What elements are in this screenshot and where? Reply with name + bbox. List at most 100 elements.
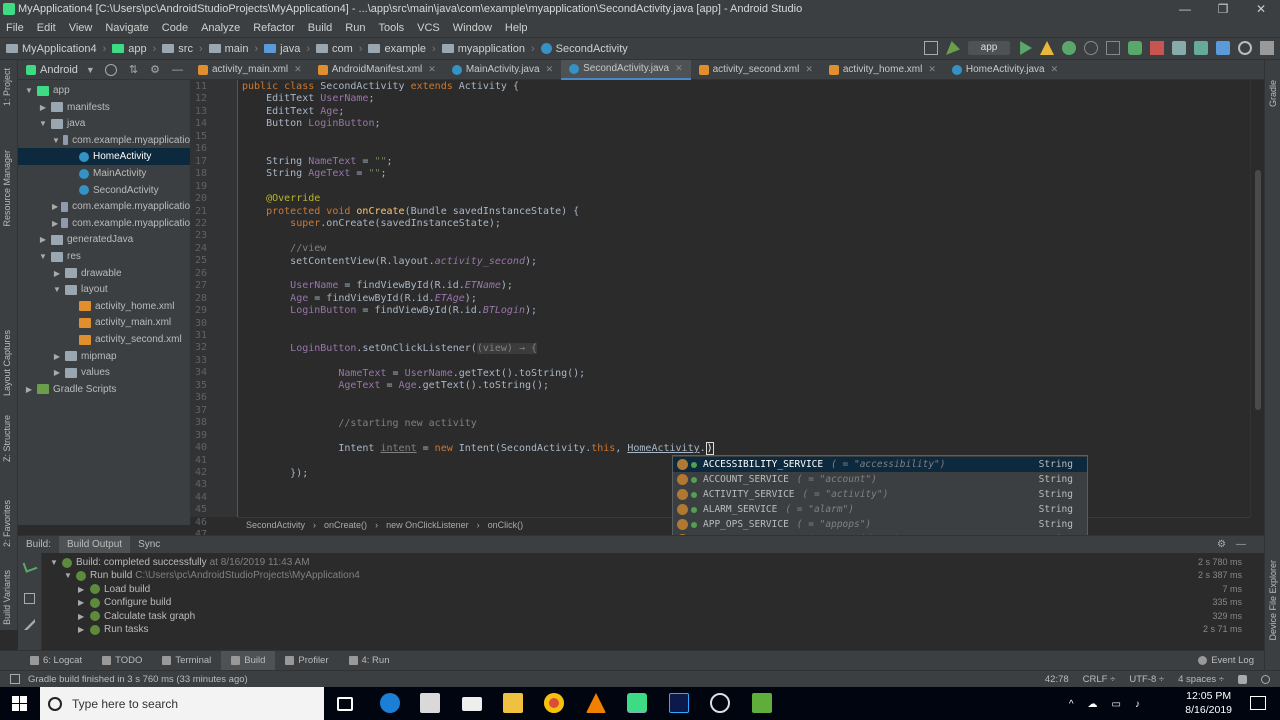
avd-manager-icon[interactable] <box>1194 41 1208 55</box>
editor-tab[interactable]: AndroidManifest.xml ✕ <box>310 60 444 80</box>
store-icon[interactable] <box>420 693 440 713</box>
sync-gradle-icon[interactable] <box>1172 41 1186 55</box>
search-icon[interactable] <box>1238 41 1252 55</box>
tool-logcat[interactable]: 6: Logcat <box>20 651 92 671</box>
expand-arrow-icon[interactable]: ▶ <box>38 231 48 248</box>
hide-icon[interactable]: — <box>1228 536 1254 554</box>
tool-run[interactable]: 4: Run <box>339 651 400 671</box>
autocomplete-item[interactable]: ALARM_SERVICE ( = "alarm") String <box>673 502 1087 517</box>
tree-item[interactable]: ▶ mipmap <box>18 348 190 365</box>
notifications-icon[interactable] <box>1250 696 1266 710</box>
inspector-icon[interactable] <box>1261 675 1270 684</box>
tree-item[interactable]: ▶ com.example.myapplicatio <box>18 198 190 215</box>
menu-run[interactable]: Run <box>339 19 372 37</box>
close-tab-icon[interactable]: ✕ <box>805 64 813 75</box>
android-studio-taskbar-icon[interactable] <box>627 693 647 713</box>
expand-arrow-icon[interactable]: ▼ <box>38 248 48 265</box>
debug-icon[interactable] <box>1062 41 1076 55</box>
build-tree-item[interactable]: ▼ Build: completed successfully at 8/16/20… <box>50 557 310 568</box>
tree-item[interactable]: ▼ java <box>18 115 190 132</box>
tree-item[interactable]: ▼ app <box>18 82 190 99</box>
tree-item[interactable]: ▶ Gradle Scripts <box>18 381 190 398</box>
tree-item[interactable]: ▼ res <box>18 248 190 265</box>
caret-position[interactable]: 42:78 <box>1045 674 1069 685</box>
crumb-listener[interactable]: new OnClickListener <box>386 520 469 530</box>
profile-icon[interactable] <box>1084 41 1098 55</box>
gear-icon[interactable]: ⚙ <box>150 63 160 76</box>
expand-arrow-icon[interactable]: ▶ <box>52 198 58 215</box>
lock-icon[interactable] <box>1238 675 1247 684</box>
editor-tab[interactable]: activity_main.xml ✕ <box>190 60 310 80</box>
locate-icon[interactable] <box>104 63 117 76</box>
photoshop-icon[interactable] <box>669 693 689 713</box>
expand-arrow-icon[interactable]: ▼ <box>24 82 34 99</box>
project-view-select[interactable]: Android <box>40 64 78 76</box>
tab-resource-manager[interactable]: Resource Manager <box>2 150 12 227</box>
edge-icon[interactable] <box>380 693 400 713</box>
expand-arrow-icon[interactable]: ▶ <box>78 625 90 634</box>
crumb-method[interactable]: onCreate() <box>324 520 367 530</box>
crumb-src[interactable]: src › <box>162 43 203 55</box>
android-icon[interactable] <box>1128 41 1142 55</box>
tree-item[interactable]: activity_main.xml <box>18 314 190 331</box>
chrome-icon[interactable] <box>544 693 564 713</box>
tree-item[interactable]: ▼ layout <box>18 281 190 298</box>
file-explorer-icon[interactable] <box>503 693 523 713</box>
expand-arrow-icon[interactable]: ▶ <box>52 348 62 365</box>
tab-favorites[interactable]: 2: Favorites <box>2 500 12 547</box>
build-tree-item[interactable]: ▶ Configure build <box>78 597 174 608</box>
editor-tab[interactable]: activity_home.xml ✕ <box>821 60 944 80</box>
stop-icon[interactable] <box>1150 41 1164 55</box>
crumb-app[interactable]: app › <box>112 43 156 55</box>
editor-tab[interactable]: MainActivity.java ✕ <box>444 60 561 80</box>
minimize-button[interactable]: — <box>1166 0 1204 19</box>
menu-file[interactable]: File <box>0 19 31 37</box>
tool-terminal[interactable]: Terminal <box>152 651 221 671</box>
menu-tools[interactable]: Tools <box>372 19 411 37</box>
expand-arrow-icon[interactable]: ▶ <box>38 99 48 116</box>
vlc-icon[interactable] <box>586 693 606 713</box>
tool-profiler[interactable]: Profiler <box>275 651 338 671</box>
tree-item[interactable]: ▶ generatedJava <box>18 231 190 248</box>
tab-gradle[interactable]: Gradle <box>1268 80 1278 107</box>
tab-build-output[interactable]: Build Output <box>59 535 131 554</box>
editor-tab[interactable]: activity_second.xml ✕ <box>691 60 821 80</box>
expand-arrow-icon[interactable]: ▼ <box>38 115 48 132</box>
chevron-down-icon[interactable]: ▼ <box>86 65 95 75</box>
tab-structure[interactable]: Z: Structure <box>2 415 12 462</box>
line-separator[interactable]: CRLF ÷ <box>1083 674 1116 685</box>
tree-item[interactable]: ▶ values <box>18 364 190 381</box>
crumb-onclick[interactable]: onClick() <box>488 520 524 530</box>
pin-icon[interactable] <box>24 619 35 630</box>
build-tree-item[interactable]: ▶ Calculate task graph <box>78 611 198 622</box>
close-tab-icon[interactable]: ✕ <box>928 64 936 75</box>
tool-build[interactable]: Build <box>221 650 276 671</box>
expand-arrow-icon[interactable]: ▶ <box>78 585 90 594</box>
tree-item[interactable]: HomeActivity <box>18 148 190 166</box>
expand-arrow-icon[interactable]: ▶ <box>24 381 34 398</box>
apply-changes-icon[interactable] <box>1040 41 1054 55</box>
tab-sync[interactable]: Sync <box>130 536 168 554</box>
expand-arrow-icon[interactable]: ▶ <box>78 612 90 621</box>
build-tree-item[interactable]: ▶ Run tasks <box>78 624 151 635</box>
file-encoding[interactable]: UTF-8 ÷ <box>1129 674 1164 685</box>
expand-arrow-icon[interactable]: ▶ <box>52 215 58 232</box>
autocomplete-item[interactable]: ACCESSIBILITY_SERVICE ( = "accessibility"… <box>673 457 1087 472</box>
task-view-icon[interactable] <box>337 697 353 711</box>
menu-help[interactable]: Help <box>499 19 535 37</box>
close-tab-icon[interactable]: ✕ <box>294 64 302 75</box>
menu-refactor[interactable]: Refactor <box>247 19 302 37</box>
collapse-arrow-icon[interactable]: ▼ <box>50 558 62 567</box>
toggle-tool-windows-icon[interactable] <box>10 674 20 684</box>
tree-item[interactable]: ▶ com.example.myapplicatio <box>18 215 190 232</box>
close-tab-icon[interactable]: ✕ <box>1051 64 1059 75</box>
collapse-icon[interactable]: ⇅ <box>129 63 138 76</box>
indent-setting[interactable]: 4 spaces ÷ <box>1178 674 1224 685</box>
collapse-arrow-icon[interactable]: ▼ <box>64 571 76 580</box>
tree-item[interactable]: ▶ manifests <box>18 99 190 116</box>
crumb-secondactivity[interactable]: SecondActivity <box>540 43 628 55</box>
menu-window[interactable]: Window <box>447 19 499 37</box>
taskbar-search[interactable]: Type here to search <box>40 687 324 720</box>
sdk-manager-icon[interactable] <box>1216 41 1230 55</box>
hammer-icon[interactable] <box>946 41 960 55</box>
